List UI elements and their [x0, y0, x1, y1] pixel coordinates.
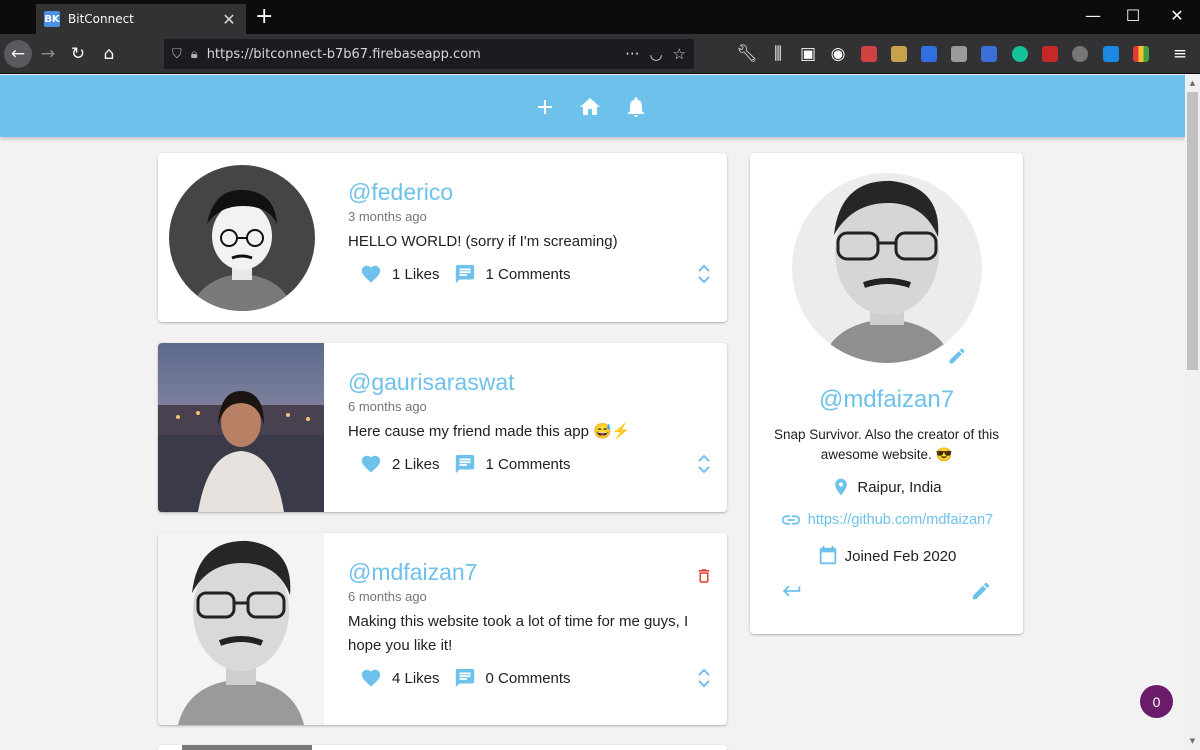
comments-count: 1 Comments	[485, 265, 571, 283]
comments-count: 0 Comments	[485, 669, 571, 687]
extension-icon[interactable]	[921, 46, 937, 62]
post-body: @gaurisaraswat 6 months ago Here cause m…	[348, 343, 707, 444]
url-bar[interactable]: ⛉ 🔒︎ https://bitconnect-b7b67.firebaseap…	[164, 39, 694, 69]
extension-icon[interactable]	[1103, 46, 1119, 62]
grammarly-icon[interactable]	[1012, 46, 1028, 62]
window-close-icon[interactable]: ✕	[1167, 6, 1187, 25]
scroll-down-icon[interactable]: ▼	[1187, 737, 1198, 745]
extension-icon[interactable]	[1042, 46, 1058, 62]
post-card	[158, 745, 727, 750]
post-time: 6 months ago	[348, 589, 427, 604]
extension-icon[interactable]	[951, 46, 967, 62]
expand-icon[interactable]	[697, 263, 711, 285]
post-body: @federico 3 months ago HELLO WORLD! (sor…	[348, 153, 707, 254]
logout-icon[interactable]	[780, 580, 804, 602]
post-user-photo[interactable]	[158, 533, 324, 725]
profile-card: @mdfaizan7 Snap Survivor. Also the creat…	[750, 153, 1023, 634]
delete-icon[interactable]	[695, 565, 713, 587]
post-user-photo[interactable]	[182, 745, 312, 750]
favicon-icon: BK	[44, 11, 60, 27]
wrench-icon[interactable]: 🔧︎	[733, 40, 761, 68]
post-body: @mdfaizan7 6 months ago Making this webs…	[348, 533, 707, 658]
post-card: @federico 3 months ago HELLO WORLD! (sor…	[158, 153, 727, 322]
back-icon[interactable]: ←	[4, 40, 32, 68]
expand-icon[interactable]	[697, 667, 711, 689]
floating-counter-button[interactable]: 0	[1140, 685, 1173, 718]
calendar-icon	[819, 545, 836, 565]
comment-icon[interactable]	[454, 263, 476, 285]
home-icon[interactable]	[578, 95, 602, 119]
browser-toolbar: ← → ↻ ⌂ ⛉ 🔒︎ https://bitconnect-b7b67.fi…	[0, 34, 1200, 74]
account-icon[interactable]: ◉	[824, 40, 852, 68]
extension-icon[interactable]	[1133, 46, 1149, 62]
profile-handle[interactable]: @mdfaizan7	[750, 386, 1023, 414]
extension-icon[interactable]	[891, 46, 907, 62]
hamburger-menu-icon[interactable]: ≡	[1166, 40, 1194, 68]
avatar[interactable]	[169, 162, 315, 314]
sidebar-icon[interactable]: ▣	[794, 40, 822, 68]
comments-count: 1 Comments	[485, 455, 571, 473]
extension-icon[interactable]	[861, 46, 877, 62]
post-card: @gaurisaraswat 6 months ago Here cause m…	[158, 343, 727, 512]
post-user-photo[interactable]	[158, 343, 324, 512]
post-text: Here cause my friend made this app 😅⚡	[348, 423, 631, 440]
joined-row: Joined Feb 2020	[750, 544, 1023, 568]
edit-profile-icon[interactable]	[970, 580, 992, 602]
extension-icon[interactable]	[1072, 46, 1088, 62]
profile-location: Raipur, India	[857, 478, 942, 496]
like-heart-icon[interactable]	[360, 667, 382, 689]
post-handle[interactable]: @federico	[348, 179, 707, 205]
profile-bio: Snap Survivor. Also the creator of this …	[773, 427, 1000, 462]
app-header	[0, 75, 1185, 137]
scrollbar-thumb[interactable]	[1187, 92, 1198, 370]
edit-avatar-icon[interactable]	[947, 346, 967, 366]
post-handle[interactable]: @mdfaizan7	[348, 559, 707, 585]
post-actions: 2 Likes 1 Comments	[360, 452, 585, 476]
post-text: Making this website took a lot of time f…	[348, 613, 689, 654]
translate-icon[interactable]	[981, 46, 997, 62]
profile-joined: Joined Feb 2020	[844, 547, 957, 565]
likes-count: 1 Likes	[392, 265, 440, 283]
website-row: https://github.com/mdfaizan7	[750, 509, 1023, 531]
link-icon	[781, 515, 800, 525]
new-tab-icon[interactable]: +	[255, 4, 273, 30]
expand-icon[interactable]	[697, 453, 711, 475]
scroll-up-icon[interactable]: ▲	[1187, 79, 1198, 87]
reload-icon[interactable]: ↻	[64, 40, 92, 68]
post-time: 6 months ago	[348, 399, 427, 414]
tab-title: BitConnect	[68, 12, 134, 26]
profile-avatar[interactable]	[792, 173, 982, 363]
maximize-icon[interactable]: ☐	[1123, 6, 1143, 25]
post-actions: 1 Likes 1 Comments	[360, 262, 585, 286]
comment-icon[interactable]	[454, 453, 476, 475]
post-actions: 4 Likes 0 Comments	[360, 666, 585, 690]
likes-count: 4 Likes	[392, 669, 440, 687]
shield-icon[interactable]: ⛉	[172, 47, 182, 62]
post-text: HELLO WORLD! (sorry if I'm screaming)	[348, 233, 618, 250]
profile-website-link[interactable]: https://github.com/mdfaizan7	[808, 512, 993, 528]
like-heart-icon[interactable]	[360, 453, 382, 475]
pocket-icon[interactable]: ◡	[649, 45, 662, 63]
add-icon[interactable]	[533, 95, 557, 119]
comment-icon[interactable]	[454, 667, 476, 689]
browser-tab-bar: BK BitConnect ✕ + — ☐ ✕	[0, 0, 1200, 34]
browser-home-icon[interactable]: ⌂	[95, 40, 123, 68]
lock-icon[interactable]: 🔒︎	[191, 47, 198, 62]
post-time: 3 months ago	[348, 209, 427, 224]
tab-close-icon[interactable]: ✕	[220, 10, 238, 29]
post-card: @mdfaizan7 6 months ago Making this webs…	[158, 533, 727, 725]
location-pin-icon	[835, 478, 848, 496]
location-row: Raipur, India	[750, 476, 1023, 498]
forward-icon[interactable]: →	[34, 40, 62, 68]
library-icon[interactable]: ⫼	[764, 40, 792, 68]
more-actions-icon[interactable]: ···	[625, 45, 639, 63]
like-heart-icon[interactable]	[360, 263, 382, 285]
notifications-icon[interactable]	[624, 95, 648, 119]
bookmark-star-icon[interactable]: ☆	[673, 45, 686, 63]
minimize-icon[interactable]: —	[1083, 6, 1103, 25]
likes-count: 2 Likes	[392, 455, 440, 473]
url-text[interactable]: https://bitconnect-b7b67.firebaseapp.com	[207, 47, 615, 62]
browser-tab[interactable]: BK BitConnect ✕	[36, 4, 246, 34]
post-handle[interactable]: @gaurisaraswat	[348, 369, 707, 395]
